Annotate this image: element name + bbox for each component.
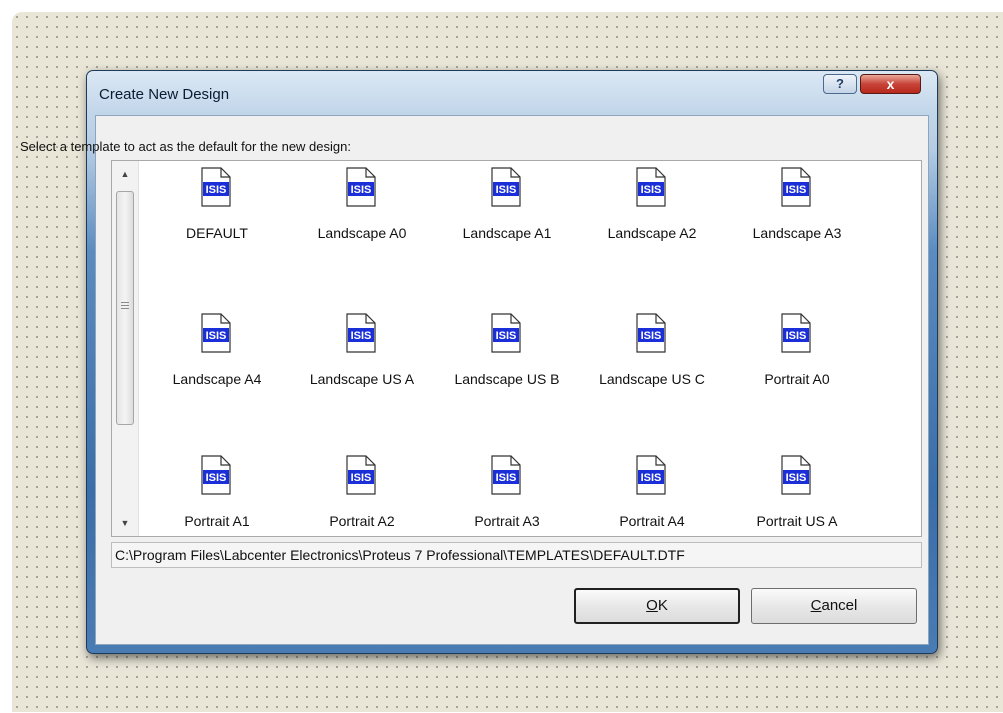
template-label: Landscape A4 <box>172 371 262 387</box>
svg-text:ISIS: ISIS <box>351 184 372 196</box>
template-grid: ISIS DEFAULT ISIS Landscape A0 ISIS Landscape… <box>112 161 921 536</box>
svg-text:ISIS: ISIS <box>351 330 372 342</box>
isis-template-icon: ISIS <box>778 167 812 207</box>
selected-template-path: C:\Program Files\Labcenter Electronics\P… <box>111 542 922 568</box>
template-item[interactable]: ISIS Portrait A2 <box>291 451 433 536</box>
ok-button[interactable]: OK <box>574 588 740 624</box>
isis-template-icon: ISIS <box>633 167 667 207</box>
svg-text:ISIS: ISIS <box>351 472 372 484</box>
isis-template-icon: ISIS <box>343 167 377 207</box>
template-label: Landscape A2 <box>607 225 697 241</box>
svg-text:ISIS: ISIS <box>786 330 807 342</box>
template-item[interactable]: ISIS Portrait US A <box>726 451 868 536</box>
cancel-accelerator: C <box>810 597 822 614</box>
cancel-button[interactable]: Cancel <box>751 588 917 624</box>
isis-template-icon: ISIS <box>633 455 667 495</box>
template-label: Landscape US A <box>309 371 415 387</box>
scroll-thumb[interactable] <box>116 191 134 425</box>
ok-accelerator: O <box>646 597 658 614</box>
isis-template-icon: ISIS <box>488 455 522 495</box>
template-label: Landscape A1 <box>462 225 552 241</box>
scroll-down-icon[interactable]: ▼ <box>112 510 138 536</box>
isis-template-icon: ISIS <box>488 167 522 207</box>
svg-text:ISIS: ISIS <box>641 472 662 484</box>
template-label: Landscape US C <box>599 371 705 387</box>
isis-template-icon: ISIS <box>488 313 522 353</box>
title-bar[interactable]: Create New Design ? x <box>87 71 937 115</box>
scroll-up-icon[interactable]: ▲ <box>112 161 138 187</box>
svg-text:ISIS: ISIS <box>786 472 807 484</box>
vertical-scrollbar[interactable]: ▲ ▼ <box>112 161 139 536</box>
template-label: DEFAULT <box>186 225 248 241</box>
grip-icon <box>121 302 129 309</box>
template-item[interactable]: ISIS Landscape US C <box>581 309 723 409</box>
template-item[interactable]: ISIS Landscape A4 <box>146 309 288 409</box>
template-item[interactable]: ISIS Landscape US A <box>291 309 433 409</box>
svg-text:ISIS: ISIS <box>641 184 662 196</box>
isis-template-icon: ISIS <box>343 313 377 353</box>
svg-text:ISIS: ISIS <box>206 472 227 484</box>
template-item[interactable]: ISIS Landscape US B <box>436 309 578 409</box>
svg-text:ISIS: ISIS <box>206 330 227 342</box>
isis-template-icon: ISIS <box>778 455 812 495</box>
isis-template-icon: ISIS <box>633 313 667 353</box>
template-item[interactable]: ISIS Portrait A1 <box>146 451 288 536</box>
template-label: Portrait A3 <box>474 513 540 529</box>
template-item[interactable]: ISIS Landscape A1 <box>436 163 578 263</box>
template-label: Portrait A0 <box>764 371 830 387</box>
isis-template-icon: ISIS <box>198 313 232 353</box>
template-label: Portrait A4 <box>619 513 685 529</box>
template-item[interactable]: ISIS Landscape A3 <box>726 163 868 263</box>
svg-text:ISIS: ISIS <box>496 330 517 342</box>
close-button[interactable]: x <box>860 74 921 94</box>
dialog-title: Create New Design <box>99 86 230 103</box>
svg-text:ISIS: ISIS <box>641 330 662 342</box>
template-label: Landscape A3 <box>752 225 842 241</box>
ok-label-rest: K <box>657 597 668 614</box>
isis-template-icon: ISIS <box>343 455 377 495</box>
template-item[interactable]: ISIS Landscape A2 <box>581 163 723 263</box>
svg-text:ISIS: ISIS <box>496 472 517 484</box>
template-item[interactable]: ISIS Portrait A0 <box>726 309 868 409</box>
svg-text:ISIS: ISIS <box>496 184 517 196</box>
template-label: Portrait US A <box>756 513 838 529</box>
isis-template-icon: ISIS <box>198 455 232 495</box>
isis-template-icon: ISIS <box>778 313 812 353</box>
isis-template-icon: ISIS <box>198 167 232 207</box>
template-item[interactable]: ISIS Landscape A0 <box>291 163 433 263</box>
svg-text:ISIS: ISIS <box>206 184 227 196</box>
template-item[interactable]: ISIS Portrait A4 <box>581 451 723 536</box>
template-label: Landscape A0 <box>317 225 407 241</box>
template-item[interactable]: ISIS Portrait A3 <box>436 451 578 536</box>
template-label: Portrait A1 <box>184 513 250 529</box>
template-item[interactable]: ISIS DEFAULT <box>146 163 288 263</box>
template-list[interactable]: ISIS DEFAULT ISIS Landscape A0 ISIS Landscape… <box>111 160 922 537</box>
help-button[interactable]: ? <box>823 74 857 94</box>
template-label: Landscape US B <box>454 371 560 387</box>
cancel-label-rest: ancel <box>821 597 858 614</box>
instructions-label: Select a template to act as the default … <box>20 139 351 154</box>
svg-text:ISIS: ISIS <box>786 184 807 196</box>
template-label: Portrait A2 <box>329 513 395 529</box>
